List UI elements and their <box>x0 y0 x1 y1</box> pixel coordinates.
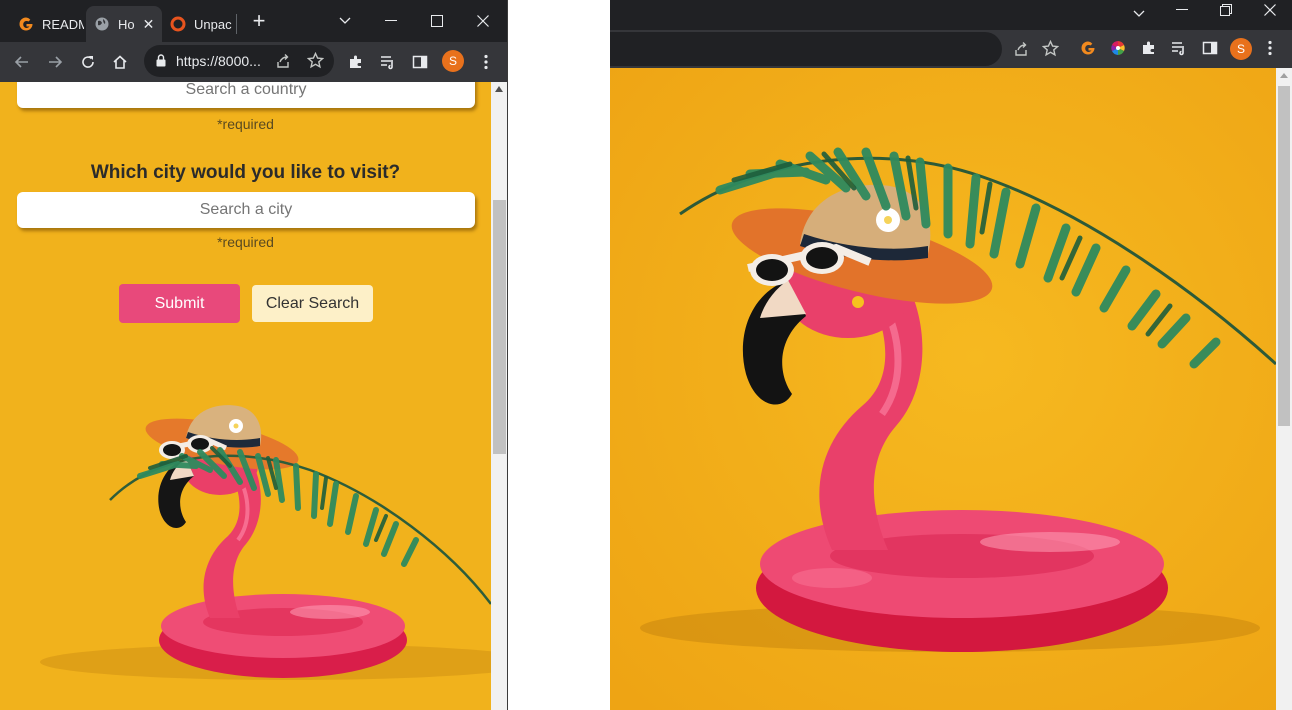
g-logo-extension-icon[interactable] <box>1080 40 1096 56</box>
tab-readme[interactable]: READM <box>8 6 84 42</box>
share-icon[interactable] <box>1013 41 1029 57</box>
title-bar <box>610 0 1292 30</box>
forward-icon[interactable] <box>43 50 67 74</box>
page-viewport: *required Which city would you like to v… <box>0 82 491 710</box>
close-window-icon[interactable] <box>460 0 506 42</box>
maximize-icon[interactable] <box>414 0 460 42</box>
new-tab-button[interactable]: + <box>248 10 270 32</box>
tab-home[interactable]: Ho ✕ <box>86 6 162 42</box>
city-search-input[interactable] <box>17 192 475 228</box>
globe-icon <box>94 16 110 32</box>
minimize-icon[interactable] <box>1176 9 1188 11</box>
address-bar[interactable] <box>610 32 1002 66</box>
menu-kebab-icon[interactable] <box>474 50 498 74</box>
submit-button[interactable]: Submit <box>119 284 240 323</box>
extensions-puzzle-icon[interactable] <box>344 50 368 74</box>
flamingo-float-image <box>610 68 1276 710</box>
page-scrollbar[interactable] <box>491 82 507 710</box>
bookmark-star-icon[interactable] <box>1042 40 1059 57</box>
restore-icon[interactable] <box>1220 4 1232 16</box>
tab-label: READM <box>42 16 84 32</box>
menu-kebab-icon[interactable] <box>1268 40 1272 56</box>
tab-strip: READM Ho ✕ Unpac + <box>0 0 507 42</box>
country-required-note: *required <box>217 116 274 132</box>
city-required-note: *required <box>217 234 274 250</box>
close-tab-icon[interactable]: ✕ <box>143 16 155 33</box>
side-panel-icon[interactable] <box>1202 40 1218 56</box>
extensions-puzzle-icon[interactable] <box>1141 40 1157 56</box>
tab-label: Unpac <box>194 16 232 32</box>
bookmark-star-icon[interactable] <box>307 52 324 69</box>
media-queue-icon[interactable] <box>376 50 400 74</box>
profile-avatar[interactable]: S <box>1230 38 1252 60</box>
scroll-up-arrow-icon[interactable] <box>1280 73 1288 78</box>
flamingo-float-image <box>0 340 491 710</box>
ring-logo-icon <box>170 16 186 32</box>
tab-search-chevron-icon[interactable] <box>322 0 368 42</box>
share-icon[interactable] <box>275 53 291 69</box>
lock-icon[interactable] <box>156 54 166 67</box>
reload-icon[interactable] <box>76 50 100 74</box>
tab-unpack[interactable]: Unpac <box>164 6 234 42</box>
scrollbar-thumb[interactable] <box>493 200 506 454</box>
page-viewport <box>610 68 1276 710</box>
country-search-input[interactable] <box>17 82 475 108</box>
right-browser-window: S <box>610 0 1292 710</box>
profile-avatar[interactable]: S <box>442 50 464 72</box>
browser-toolbar: S <box>610 30 1292 68</box>
side-panel-icon[interactable] <box>408 50 432 74</box>
back-icon[interactable] <box>10 50 34 74</box>
clear-search-button[interactable]: Clear Search <box>252 285 373 322</box>
g-logo-icon <box>18 16 34 32</box>
color-picker-extension-icon[interactable] <box>1110 40 1126 56</box>
page-scrollbar[interactable] <box>1276 68 1292 710</box>
tab-label: Ho <box>118 16 135 32</box>
tab-separator <box>236 14 237 34</box>
media-queue-icon[interactable] <box>1171 40 1187 56</box>
left-browser-window: READM Ho ✕ Unpac + <box>0 0 508 710</box>
close-window-icon[interactable] <box>1264 4 1276 16</box>
home-icon[interactable] <box>108 50 132 74</box>
address-bar[interactable]: https://8000... <box>144 45 334 77</box>
scroll-up-arrow-icon[interactable] <box>495 86 503 92</box>
tab-search-chevron-icon[interactable] <box>1132 4 1146 24</box>
address-url: https://8000... <box>176 53 261 69</box>
minimize-icon[interactable] <box>368 0 414 42</box>
scrollbar-thumb[interactable] <box>1278 86 1290 426</box>
city-question-heading: Which city would you like to visit? <box>90 162 401 183</box>
